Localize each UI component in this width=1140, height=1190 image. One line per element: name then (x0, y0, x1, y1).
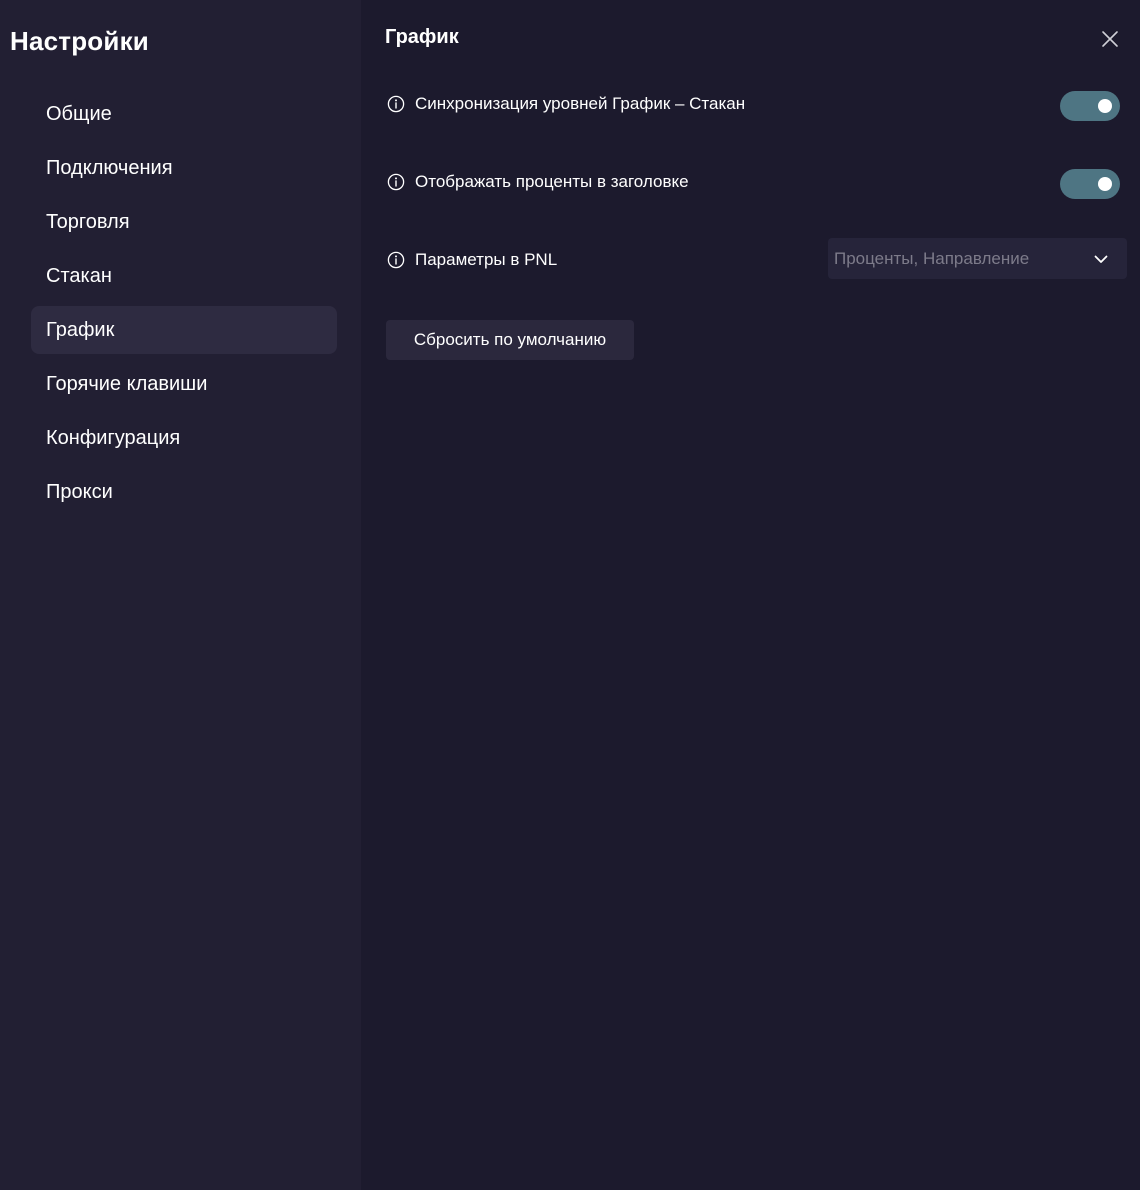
page-title: График (385, 26, 459, 48)
sidebar-item-connections[interactable]: Подключения (31, 144, 337, 192)
pnl-params-select[interactable]: Проценты, Направление (828, 238, 1127, 279)
settings-window: Настройки Общие Подключения Торговля Ста… (0, 0, 1140, 1190)
close-button[interactable] (1101, 30, 1119, 48)
sidebar-nav: Общие Подключения Торговля Стакан График… (31, 90, 337, 522)
sidebar-item-configuration[interactable]: Конфигурация (31, 414, 337, 462)
setting-label-pnl-params: Параметры в PNL (415, 250, 558, 269)
setting-row-show-percent: Отображать проценты в заголовке (387, 167, 689, 197)
close-icon (1102, 31, 1118, 47)
sidebar-item-chart[interactable]: График (31, 306, 337, 354)
settings-sidebar: Настройки Общие Подключения Торговля Ста… (0, 0, 361, 1190)
toggle-knob (1098, 99, 1112, 113)
setting-label-sync-levels: Синхронизация уровней График – Стакан (415, 94, 746, 113)
info-icon[interactable] (387, 173, 405, 191)
sidebar-title: Настройки (10, 26, 149, 56)
sidebar-item-general[interactable]: Общие (31, 90, 337, 138)
sidebar-item-trading[interactable]: Торговля (31, 198, 337, 246)
chevron-down-icon (1094, 255, 1108, 263)
sync-levels-toggle[interactable] (1060, 91, 1120, 121)
reset-defaults-button[interactable]: Сбросить по умолчанию (386, 320, 634, 360)
toggle-knob (1098, 177, 1112, 191)
setting-label-show-percent: Отображать проценты в заголовке (415, 172, 689, 191)
show-percent-toggle[interactable] (1060, 169, 1120, 199)
info-icon[interactable] (387, 251, 405, 269)
setting-row-sync-levels: Синхронизация уровней График – Стакан (387, 89, 745, 119)
settings-content: График Синхронизация уровней График – Ст… (361, 0, 1140, 1190)
sidebar-item-proxy[interactable]: Прокси (31, 468, 337, 516)
sidebar-item-hotkeys[interactable]: Горячие клавиши (31, 360, 337, 408)
info-icon[interactable] (387, 95, 405, 113)
pnl-params-select-value: Проценты, Направление (834, 248, 1030, 268)
sidebar-item-order-book[interactable]: Стакан (31, 252, 337, 300)
setting-row-pnl-params: Параметры в PNL (387, 245, 557, 275)
